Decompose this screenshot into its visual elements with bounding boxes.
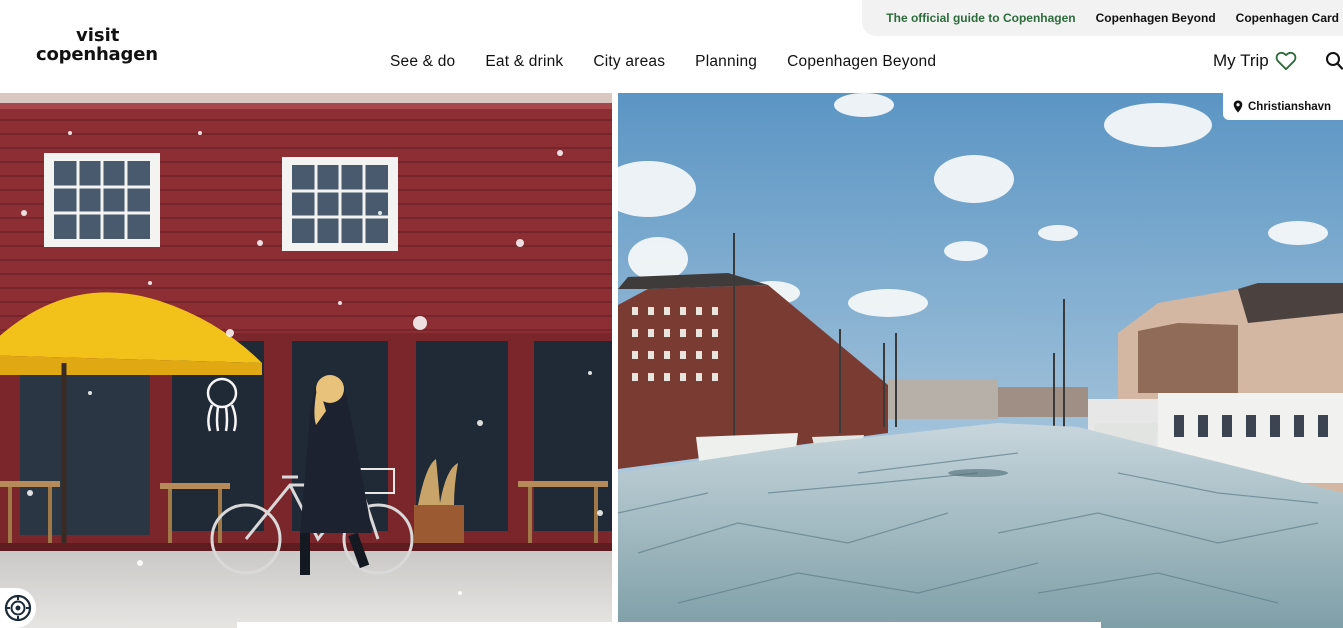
location-label: Christianshavn [1248,100,1332,113]
location-tag[interactable]: Christianshavn [1223,93,1343,120]
my-trip-label: My Trip [1213,51,1269,70]
nav-item-eat-and-drink[interactable]: Eat & drink [485,53,563,71]
search-icon [1326,52,1343,70]
logo-line-copenhagen: copenhagen [36,44,158,65]
utility-bar: The official guide to Copenhagen Copenha… [862,0,1343,36]
main-nav: See & do Eat & drink City areas Planning… [390,53,936,71]
nav-item-planning[interactable]: Planning [695,53,757,71]
copenhagen-beyond-top-link[interactable]: Copenhagen Beyond [1096,11,1216,25]
official-guide-link[interactable]: The official guide to Copenhagen [886,11,1075,25]
heart-icon [1275,51,1297,71]
hero-image-frozen-canal[interactable] [618,93,1343,628]
nav-item-see-and-do[interactable]: See & do [390,53,455,71]
copenhagen-card-link[interactable]: Copenhagen Card [1236,11,1339,25]
nav-item-copenhagen-beyond[interactable]: Copenhagen Beyond [787,53,936,71]
search-button[interactable] [1325,51,1343,71]
my-trip-button[interactable]: My Trip [1213,51,1297,71]
hero-image-winter-cafe[interactable] [0,93,612,628]
site-logo[interactable]: visit copenhagen [36,26,166,64]
frozen-canal-illustration [618,93,1343,628]
nav-item-city-areas[interactable]: City areas [593,53,665,71]
logo-line-visit: visit [76,25,120,46]
map-pin-icon [1233,100,1243,113]
winter-cafe-illustration [0,93,612,628]
accessibility-icon [4,594,32,622]
content-panel-edge [237,622,1101,628]
